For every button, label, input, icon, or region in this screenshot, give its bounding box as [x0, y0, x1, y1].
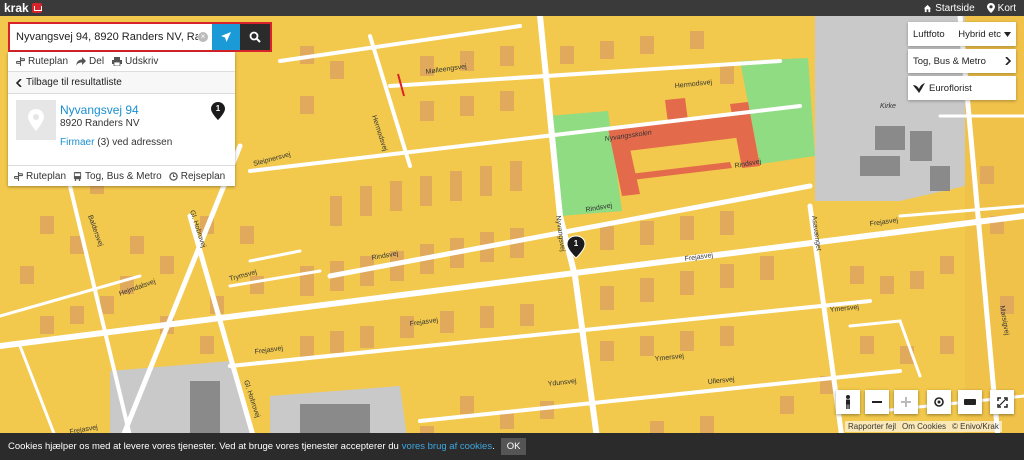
print-icon — [112, 57, 123, 66]
church-label: Kirke — [880, 103, 896, 110]
report-error-link[interactable]: Rapporter fejl — [848, 422, 896, 431]
plus-icon — [901, 397, 911, 407]
result-transit-label: Tog, Bus & Metro — [85, 170, 162, 182]
result-thumbnail — [16, 100, 56, 140]
companies-link[interactable]: Firmaer — [60, 137, 94, 148]
panel-toolbar: Ruteplan Del Udskriv — [8, 52, 235, 72]
top-nav: Startside Kort — [923, 3, 1016, 14]
print-tool[interactable]: Udskriv — [112, 56, 158, 67]
aerial-toggle[interactable]: Luftfoto — [913, 29, 945, 40]
result-city: 8920 Randers NV — [60, 118, 140, 129]
cookie-ok-button[interactable]: OK — [500, 438, 527, 455]
result-actions: Ruteplan Tog, Bus & Metro Rejseplan — [8, 166, 235, 186]
my-location-button[interactable] — [927, 390, 951, 414]
cookie-text-end: . — [492, 441, 495, 452]
cookie-bar: Cookies hjælper os med at levere vores t… — [0, 433, 1024, 460]
result-route-plan[interactable]: Ruteplan — [14, 171, 66, 182]
logo-badge-icon — [31, 3, 42, 13]
nav-startside[interactable]: Startside — [923, 2, 975, 14]
minus-icon — [872, 401, 882, 403]
navigate-arrow-icon — [221, 32, 231, 42]
map-layer-panel: Luftfoto Hybrid etc Tog, Bus & Metro Eur… — [908, 22, 1016, 103]
journey-planner-icon — [169, 171, 178, 181]
route-icon — [16, 57, 25, 66]
euroflorist-bird-icon — [913, 83, 925, 93]
map-mode-select[interactable]: Hybrid etc — [958, 29, 1011, 40]
cookie-info-link[interactable]: Om Cookies — [902, 422, 946, 431]
search-button[interactable] — [240, 24, 270, 50]
map-attribution: Rapporter fejl Om Cookies © Enivo/Krak — [845, 421, 1002, 432]
search-bar: × — [8, 22, 272, 52]
clear-search-icon[interactable]: × — [198, 32, 208, 42]
krak-logo[interactable]: krak — [4, 1, 42, 15]
location-marker-label: 1 — [574, 239, 579, 248]
zoom-in-button[interactable] — [894, 390, 918, 414]
route-plan-label: Ruteplan — [28, 56, 69, 67]
companies-count-text: (3) ved adressen — [97, 137, 173, 148]
result-marker-label: 1 — [216, 104, 221, 113]
route-plan-tool[interactable]: Ruteplan — [16, 56, 68, 67]
location-pin-icon — [28, 109, 44, 131]
transit-layer-label: Tog, Bus & Metro — [913, 55, 986, 67]
expand-icon — [996, 396, 1008, 408]
result-journey-planner-label: Rejseplan — [180, 170, 226, 182]
result-panel: Ruteplan Del Udskriv Tilbage til resulta… — [8, 52, 235, 186]
result-transit[interactable]: Tog, Bus & Metro — [73, 171, 162, 182]
crosshair-icon — [934, 397, 944, 407]
share-label: Del — [89, 56, 105, 67]
transit-layer-row[interactable]: Tog, Bus & Metro — [908, 49, 1016, 73]
person-icon — [846, 395, 850, 409]
florist-row[interactable]: Euroflorist — [908, 76, 1016, 100]
scale-button[interactable] — [958, 390, 982, 414]
result-companies: Firmaer (3) ved adressen — [60, 137, 172, 148]
result-item[interactable]: Nyvangsvej 94 8920 Randers NV Firmaer (3… — [8, 94, 235, 166]
map-type-row[interactable]: Luftfoto Hybrid etc — [908, 22, 1016, 46]
search-icon — [249, 31, 261, 43]
ruler-icon — [964, 399, 976, 405]
fullscreen-button[interactable] — [990, 390, 1014, 414]
nav-kort-label: Kort — [997, 2, 1016, 14]
home-icon — [924, 4, 932, 12]
zoom-out-button[interactable] — [865, 390, 889, 414]
result-route-plan-label: Ruteplan — [26, 170, 67, 182]
logo-text: krak — [4, 1, 29, 15]
copyright-text: © Enivo/Krak — [952, 422, 999, 431]
street-view-button[interactable] — [836, 390, 860, 414]
result-journey-planner[interactable]: Rejseplan — [169, 171, 225, 182]
search-input[interactable] — [10, 24, 198, 50]
result-name-link[interactable]: Nyvangsvej 94 — [60, 103, 139, 117]
cookie-text: Cookies hjælper os med at levere vores t… — [8, 441, 399, 452]
nav-startside-label: Startside — [935, 2, 975, 14]
bus-icon — [73, 171, 82, 181]
share-tool[interactable]: Del — [76, 56, 104, 67]
nav-kort[interactable]: Kort — [986, 2, 1016, 14]
map-mode-label: Hybrid etc — [958, 28, 1001, 40]
back-to-results-label: Tilbage til resultatliste — [26, 77, 122, 88]
print-label: Udskriv — [125, 56, 159, 67]
chevron-right-icon — [1005, 57, 1011, 65]
locate-me-button[interactable] — [212, 24, 240, 50]
caret-down-icon — [1004, 31, 1011, 37]
cookie-policy-link[interactable]: vores brug af cookies — [402, 441, 492, 452]
top-bar: krak Startside Kort — [0, 0, 1024, 16]
route-icon — [14, 171, 23, 181]
florist-label: Euroflorist — [929, 82, 972, 94]
result-marker-icon: 1 — [211, 102, 225, 123]
map-pin-icon — [986, 3, 995, 13]
share-icon — [76, 57, 87, 66]
chevron-left-icon — [16, 78, 22, 87]
back-to-results-link[interactable]: Tilbage til resultatliste — [8, 72, 235, 94]
